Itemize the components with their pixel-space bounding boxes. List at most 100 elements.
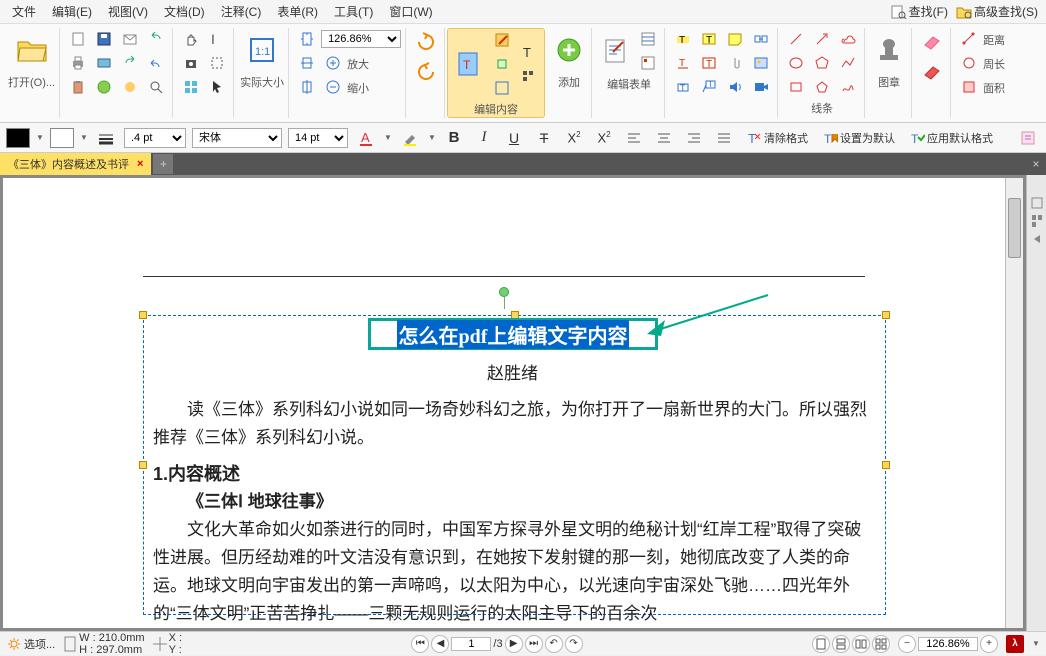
redo-button[interactable] bbox=[118, 52, 142, 74]
underline-button[interactable]: U bbox=[502, 127, 526, 149]
polyline-tool[interactable] bbox=[836, 52, 860, 74]
fit-visible-button[interactable] bbox=[295, 76, 319, 98]
image-tool[interactable] bbox=[749, 52, 773, 74]
rect-tool[interactable] bbox=[784, 76, 808, 98]
zoom-combo[interactable]: 126.86% bbox=[321, 30, 401, 48]
polygon-tool[interactable] bbox=[810, 52, 834, 74]
document-tab[interactable]: 《三体》内容概述及书评 × bbox=[0, 153, 151, 175]
align-left-button[interactable] bbox=[622, 127, 646, 149]
edit-text-button[interactable]: T bbox=[516, 41, 540, 63]
resize-handle-tr[interactable] bbox=[882, 311, 890, 319]
stroke-color-swatch[interactable] bbox=[50, 128, 74, 148]
sound-tool[interactable] bbox=[723, 76, 747, 98]
eraser-red[interactable] bbox=[918, 58, 946, 86]
distance-tool[interactable] bbox=[957, 28, 981, 50]
clear-format-button[interactable]: T清除格式 bbox=[742, 130, 812, 146]
callout-tool[interactable]: T bbox=[697, 76, 721, 98]
edit-shape-button[interactable] bbox=[490, 53, 514, 75]
rotate-ccw-button[interactable] bbox=[412, 58, 440, 86]
resize-handle-lm[interactable] bbox=[139, 461, 147, 469]
rotate-cw-button[interactable] bbox=[412, 28, 440, 56]
menu-file[interactable]: 文件 bbox=[4, 1, 44, 22]
undo-button[interactable] bbox=[144, 28, 168, 50]
textbox-tool[interactable]: T bbox=[697, 28, 721, 50]
page-input[interactable] bbox=[451, 637, 491, 651]
note-tool[interactable] bbox=[723, 28, 747, 50]
strike-tool[interactable]: T bbox=[697, 52, 721, 74]
new-tab-button[interactable]: + bbox=[153, 154, 173, 174]
highlight-color-button[interactable] bbox=[398, 127, 422, 149]
perimeter-tool[interactable] bbox=[957, 52, 981, 74]
sidepane-toggle-icon[interactable] bbox=[1029, 231, 1045, 247]
edit-misc-button[interactable] bbox=[516, 65, 540, 87]
layout-cont-facing-button[interactable] bbox=[872, 635, 890, 653]
pointer-tool[interactable] bbox=[205, 76, 229, 98]
scrollbar-thumb[interactable] bbox=[1008, 198, 1021, 258]
fit-width-button[interactable] bbox=[295, 52, 319, 74]
sidepane-bookmarks-icon[interactable] bbox=[1029, 195, 1045, 211]
layout-facing-button[interactable] bbox=[852, 635, 870, 653]
arrow-tool[interactable] bbox=[810, 28, 834, 50]
next-page-button[interactable]: ▶ bbox=[505, 635, 523, 653]
video-tool[interactable] bbox=[749, 76, 773, 98]
actual-size-button[interactable]: 1:1 bbox=[244, 28, 280, 72]
adv-find-button[interactable]: 高级查找(S) bbox=[952, 1, 1042, 22]
menu-table[interactable]: 表单(R) bbox=[269, 1, 326, 22]
prev-page-button[interactable]: ◀ bbox=[431, 635, 449, 653]
hl-dd[interactable]: ▼ bbox=[428, 133, 436, 142]
italic-button[interactable]: I bbox=[472, 127, 496, 149]
search-tool[interactable] bbox=[144, 76, 168, 98]
edit-image-button[interactable] bbox=[490, 29, 514, 51]
hand-tool[interactable] bbox=[179, 28, 203, 50]
edit-form-button[interactable] bbox=[598, 29, 634, 73]
stamp-button[interactable] bbox=[871, 28, 907, 72]
align-right-button[interactable] bbox=[682, 127, 706, 149]
fill-dd-icon[interactable]: ▼ bbox=[36, 133, 44, 142]
typewriter-tool[interactable]: T bbox=[671, 76, 695, 98]
paste-button[interactable] bbox=[66, 76, 90, 98]
bold-button[interactable]: B bbox=[442, 127, 466, 149]
align-center-button[interactable] bbox=[652, 127, 676, 149]
format-tool-misc[interactable] bbox=[1016, 127, 1040, 149]
close-tab-icon[interactable]: × bbox=[133, 158, 143, 170]
layout-single-button[interactable] bbox=[812, 635, 830, 653]
font-color-button[interactable]: A bbox=[354, 127, 378, 149]
menu-window[interactable]: 窗口(W) bbox=[381, 1, 440, 22]
snapshot-tool[interactable] bbox=[179, 52, 203, 74]
open-button[interactable] bbox=[14, 28, 50, 72]
vertical-scrollbar[interactable] bbox=[1005, 178, 1023, 628]
new-button[interactable] bbox=[66, 28, 90, 50]
title-edit-box[interactable]: 怎么在pdf上编辑文字内容 bbox=[368, 318, 658, 350]
find-button[interactable]: 查找(F) bbox=[887, 1, 952, 22]
font-family-combo[interactable]: 宋体 bbox=[192, 128, 282, 148]
form-b[interactable] bbox=[636, 52, 660, 74]
grid-tool[interactable] bbox=[179, 76, 203, 98]
stroke-dd-icon[interactable]: ▼ bbox=[80, 133, 88, 142]
tool-a[interactable] bbox=[118, 76, 142, 98]
subscript-button[interactable]: X2 bbox=[592, 127, 616, 149]
strike-button[interactable]: T bbox=[532, 127, 556, 149]
freehand-tool[interactable] bbox=[836, 76, 860, 98]
resize-handle-rm[interactable] bbox=[882, 461, 890, 469]
edit-object-button[interactable] bbox=[490, 77, 514, 99]
menu-tool[interactable]: 工具(T) bbox=[326, 1, 381, 22]
font-size-combo[interactable]: 14 pt bbox=[288, 128, 348, 148]
set-default-button[interactable]: T设置为默认 bbox=[818, 130, 899, 146]
email-button[interactable] bbox=[118, 28, 142, 50]
form-a[interactable] bbox=[636, 28, 660, 50]
apply-default-button[interactable]: T应用默认格式 bbox=[905, 130, 997, 146]
rotation-handle[interactable] bbox=[499, 287, 509, 309]
zoom-out-status-button[interactable]: − bbox=[898, 635, 916, 653]
save-button[interactable] bbox=[92, 28, 116, 50]
menu-view[interactable]: 视图(V) bbox=[100, 1, 156, 22]
crop-tool[interactable] bbox=[205, 52, 229, 74]
zoom-in-status-button[interactable]: + bbox=[980, 635, 998, 653]
zoom-out-button[interactable] bbox=[321, 76, 345, 98]
zoom-in-button[interactable] bbox=[321, 52, 345, 74]
attach-tool[interactable] bbox=[723, 52, 747, 74]
fit-page-button[interactable] bbox=[295, 28, 319, 50]
line-tool[interactable] bbox=[784, 28, 808, 50]
first-page-button[interactable]: ⏮ bbox=[411, 635, 429, 653]
last-page-button[interactable]: ⏭ bbox=[525, 635, 543, 653]
select-tool[interactable]: I bbox=[205, 28, 229, 50]
